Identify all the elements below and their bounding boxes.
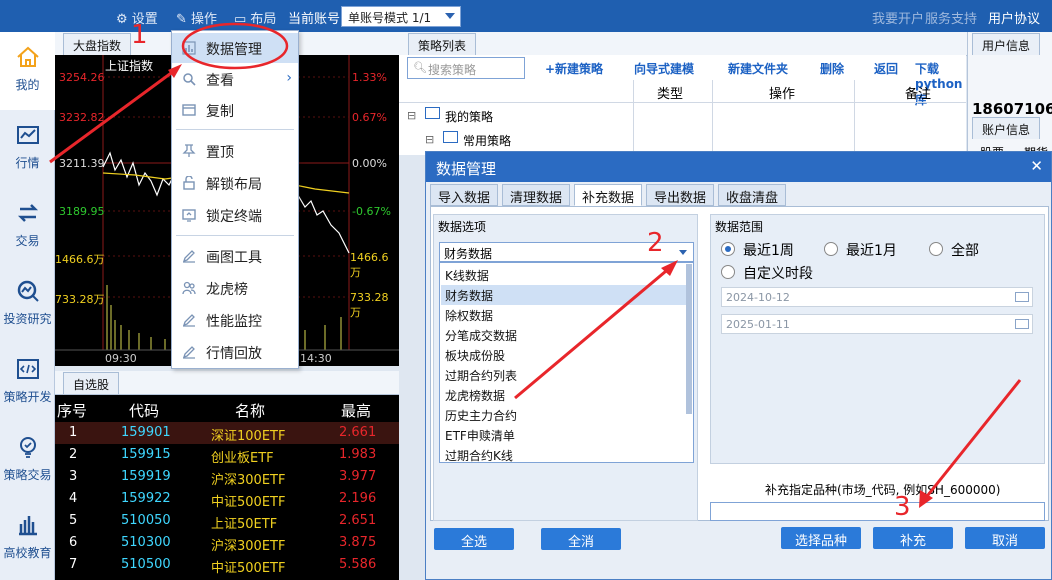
- annotation-label-2: 2: [647, 228, 664, 258]
- annotation-arrow-1: [49, 66, 179, 164]
- annotation-arrow-3: [922, 379, 1022, 501]
- annotation-label-1: 1: [131, 20, 148, 50]
- annotation-arrow-2: [514, 264, 673, 400]
- arrowhead-icon: [168, 64, 182, 78]
- annotation-ellipse: [181, 22, 289, 70]
- annotation-label-3: 3: [894, 492, 911, 522]
